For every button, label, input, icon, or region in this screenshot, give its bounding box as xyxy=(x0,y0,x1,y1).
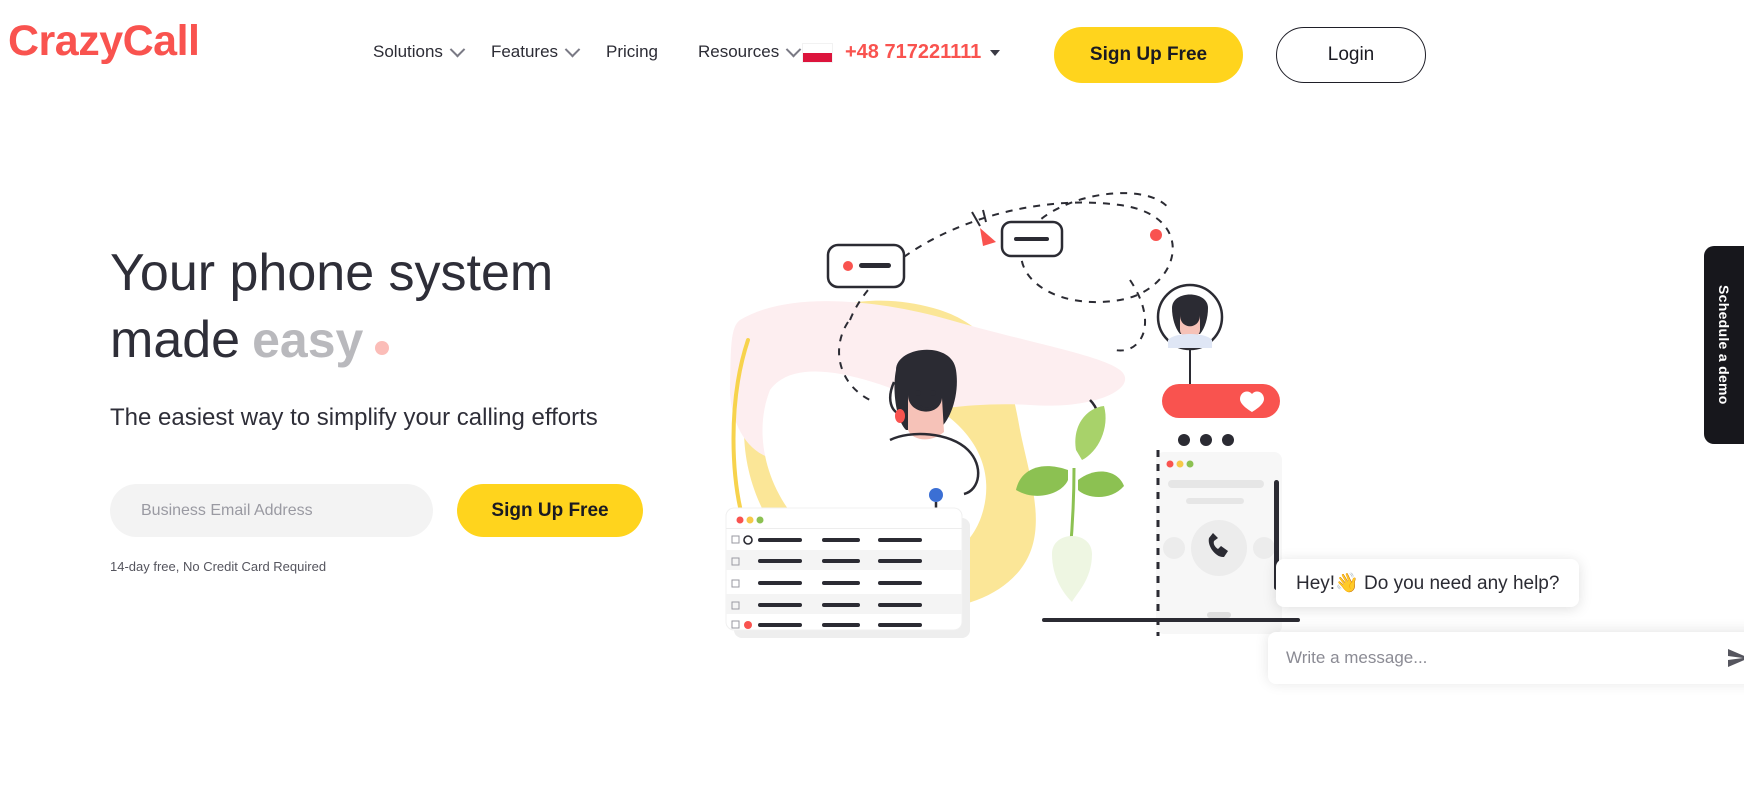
site-header: CrazyCall Solutions Features Pricing Res… xyxy=(0,0,1744,112)
speech-bubble-small xyxy=(826,243,906,289)
chevron-down-icon[interactable] xyxy=(990,49,1001,56)
nav-item-features[interactable]: Features xyxy=(490,41,581,62)
blue-dot-marker xyxy=(929,488,943,502)
chat-message-input[interactable] xyxy=(1286,648,1716,668)
schedule-demo-label: Schedule a demo xyxy=(1716,285,1732,405)
dot-indicator xyxy=(1222,434,1234,446)
landing-page: CrazyCall Solutions Features Pricing Res… xyxy=(0,0,1744,796)
headline-rotating-word: easy xyxy=(252,311,364,368)
nav-item-solutions[interactable]: Solutions xyxy=(373,41,466,62)
phone-selector[interactable]: +48 717221111 xyxy=(802,41,1001,64)
ground-line xyxy=(1042,618,1300,622)
page-title: Your phone system made easy xyxy=(110,240,730,373)
chat-input-bar xyxy=(1268,632,1744,684)
dot-indicator xyxy=(1200,434,1212,446)
headline-dot xyxy=(375,340,390,355)
phone-mockup xyxy=(1156,450,1282,636)
nav-item-label: Pricing xyxy=(606,42,658,61)
header-signup-button[interactable]: Sign Up Free xyxy=(1054,27,1243,83)
trial-fineprint: 14-day free, No Credit Card Required xyxy=(110,559,327,575)
avatar xyxy=(1156,283,1224,351)
chevron-down-icon xyxy=(785,41,802,57)
spark-line xyxy=(982,209,987,223)
contacts-list-card xyxy=(725,507,970,638)
speech-bubble-top xyxy=(1000,220,1064,258)
nav-item-pricing[interactable]: Pricing xyxy=(606,42,658,62)
cursor-marker-icon xyxy=(980,228,996,246)
nav-item-resources[interactable]: Resources xyxy=(698,41,802,62)
send-icon[interactable] xyxy=(1726,646,1744,670)
headset-earpiece xyxy=(895,409,905,423)
red-dot-marker xyxy=(1150,229,1162,241)
brand-logo[interactable]: CrazyCall xyxy=(8,20,200,63)
hero-illustration xyxy=(700,150,1320,660)
dot-indicator xyxy=(1178,434,1190,446)
poland-flag-icon xyxy=(802,42,833,63)
signup-form: Sign Up Free xyxy=(110,484,730,538)
chat-greeting-text: Hey!👋 Do you need any help? xyxy=(1296,573,1560,594)
nav-item-label: Resources xyxy=(698,42,780,61)
chat-greeting-bubble[interactable]: Hey!👋 Do you need any help? xyxy=(1276,559,1580,607)
hero-signup-button[interactable]: Sign Up Free xyxy=(457,484,643,538)
notification-pill xyxy=(1162,384,1280,418)
nav-item-label: Features xyxy=(490,42,559,61)
email-field[interactable] xyxy=(110,484,433,538)
dashed-path-curve xyxy=(1114,279,1147,352)
main-navigation: Solutions Features Pricing Resources xyxy=(373,41,827,62)
schedule-demo-tab[interactable]: Schedule a demo xyxy=(1704,246,1744,444)
login-button[interactable]: Login xyxy=(1276,27,1426,83)
phone-number[interactable]: +48 717221111 xyxy=(845,41,981,64)
chevron-down-icon xyxy=(449,41,466,57)
nav-item-label: Solutions xyxy=(373,42,443,61)
hero-subtitle: The easiest way to simplify your calling… xyxy=(110,404,598,432)
hero-content: Your phone system made easy The easiest w… xyxy=(110,240,730,574)
chevron-down-icon xyxy=(564,41,581,57)
